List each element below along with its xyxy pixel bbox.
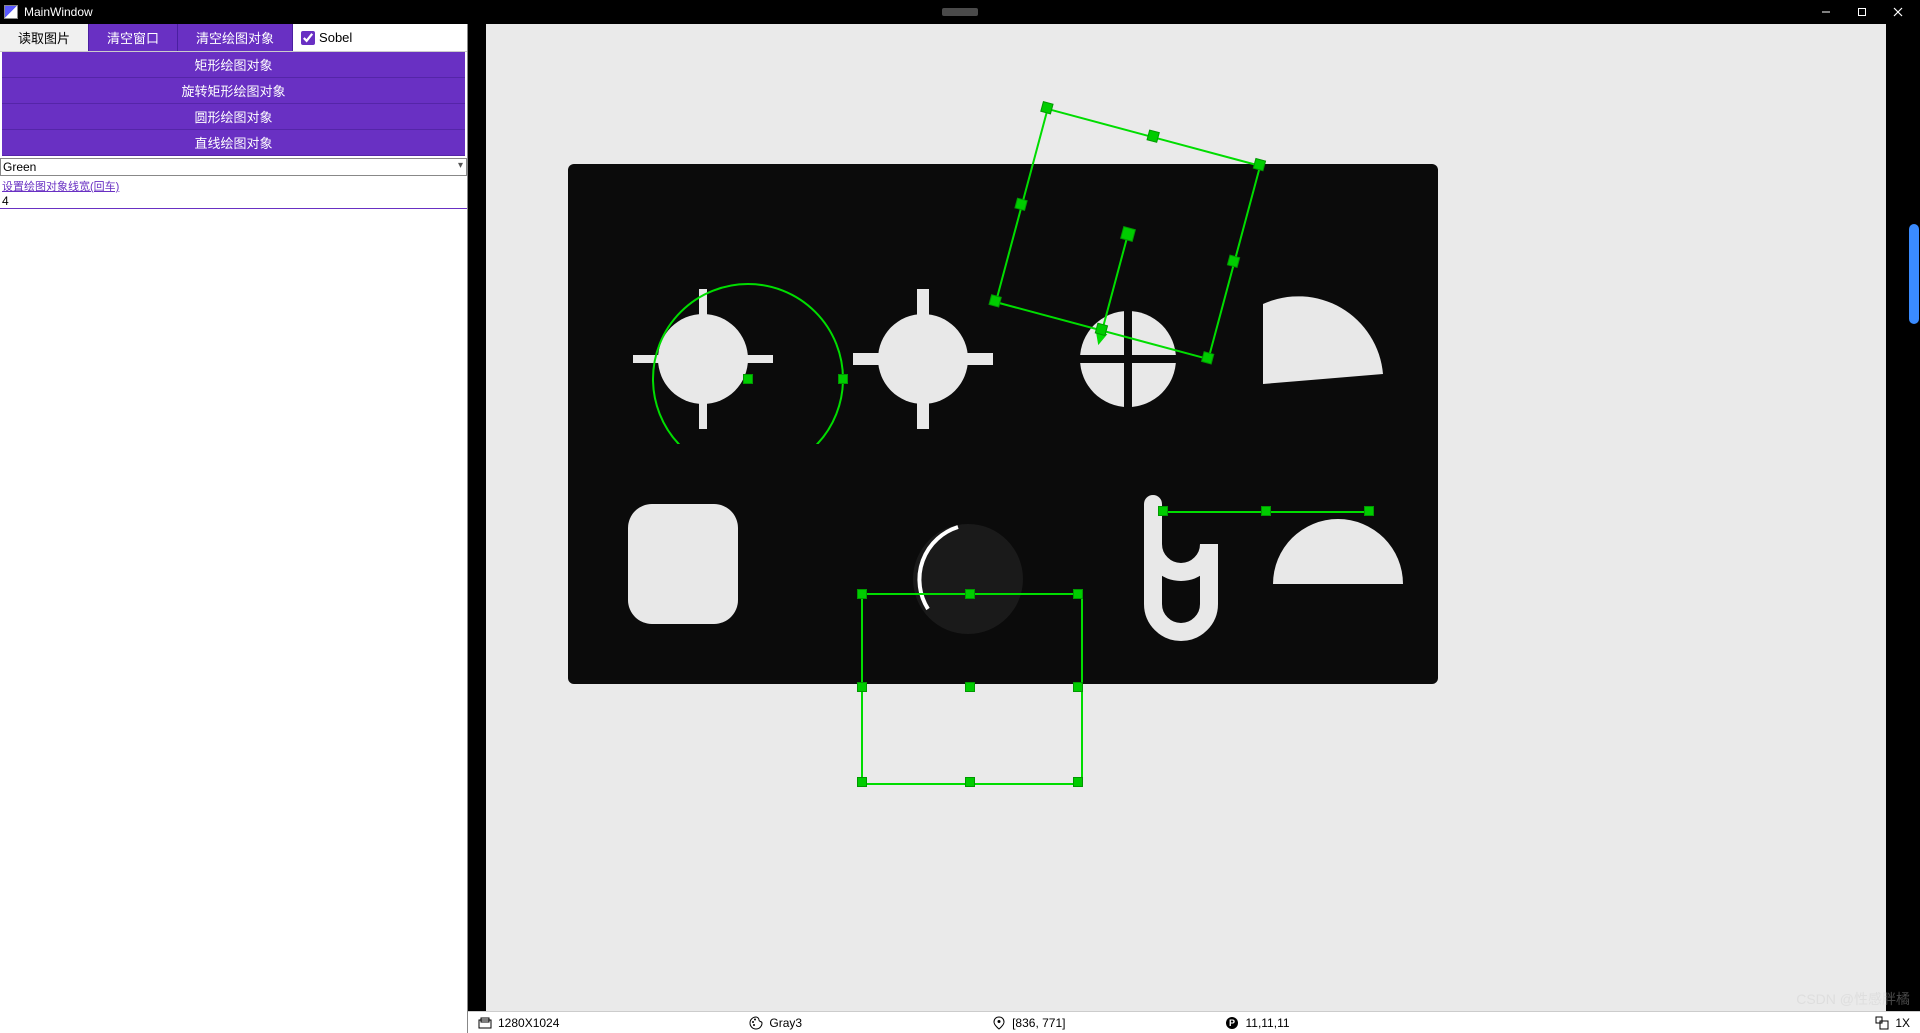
linewidth-label[interactable]: 设置绘图对象线宽(回车) (0, 176, 467, 194)
status-dimensions: 1280X1024 (478, 1016, 559, 1030)
zoom-icon (1875, 1016, 1889, 1030)
line-draw-button[interactable]: 直线绘图对象 (2, 130, 465, 156)
statusbar: 1280X1024 Gray3 [836, 771] P 11,11,11 (468, 1011, 1920, 1033)
rect-ml-handle[interactable] (857, 682, 867, 692)
rect-draw-button[interactable]: 矩形绘图对象 (2, 52, 465, 78)
rect-tl-handle[interactable] (857, 589, 867, 599)
dimensions-icon (478, 1016, 492, 1030)
rot-rect-draw-button[interactable]: 旋转矩形绘图对象 (2, 78, 465, 104)
rect-br-handle[interactable] (1073, 777, 1083, 787)
sobel-checkbox[interactable] (301, 31, 315, 45)
calibration-board (568, 164, 1438, 684)
rect-tm-handle[interactable] (965, 589, 975, 599)
palette-icon (749, 1016, 763, 1030)
window-title: MainWindow (24, 5, 93, 19)
watermark: CSDN @性感胖橘 (1796, 989, 1910, 1009)
titlebar: MainWindow (0, 0, 1920, 24)
location-icon (992, 1016, 1006, 1030)
pixel-icon: P (1225, 1016, 1239, 1030)
maximize-button[interactable] (1844, 0, 1880, 24)
status-zoom: 1X (1875, 1016, 1910, 1030)
rect-center-handle[interactable] (965, 682, 975, 692)
toolbar: 读取图片 清空窗口 清空绘图对象 Sobel (0, 24, 467, 52)
rect-tr-handle[interactable] (1073, 589, 1083, 599)
svg-text:P: P (1229, 1018, 1235, 1028)
minimize-button[interactable] (1808, 0, 1844, 24)
app-icon (4, 5, 18, 19)
rect-bm-handle[interactable] (965, 777, 975, 787)
line-start-handle[interactable] (1158, 506, 1168, 516)
clear-window-button[interactable]: 清空窗口 (89, 24, 178, 51)
line-mid-handle[interactable] (1261, 506, 1271, 516)
circle-center-handle[interactable] (743, 374, 753, 384)
title-grip[interactable] (942, 8, 978, 16)
rect-bl-handle[interactable] (857, 777, 867, 787)
read-image-button[interactable]: 读取图片 (0, 24, 89, 51)
close-button[interactable] (1880, 0, 1916, 24)
right-panel: 1280X1024 Gray3 [836, 771] P 11,11,11 (468, 24, 1920, 1033)
status-coords: [836, 771] (992, 1016, 1065, 1030)
linewidth-input[interactable] (0, 194, 467, 209)
scrollbar-thumb[interactable] (1909, 224, 1919, 324)
line-end-handle[interactable] (1364, 506, 1374, 516)
circle-radius-handle[interactable] (838, 374, 848, 384)
status-mode: Gray3 (749, 1016, 802, 1030)
status-pixel: P 11,11,11 (1225, 1016, 1289, 1030)
circle-draw-button[interactable]: 圆形绘图对象 (2, 104, 465, 130)
rect-mr-handle[interactable] (1073, 682, 1083, 692)
left-panel: 读取图片 清空窗口 清空绘图对象 Sobel 矩形绘图对象 旋转矩形绘图对象 圆… (0, 24, 468, 1033)
clear-draw-objects-button[interactable]: 清空绘图对象 (178, 24, 293, 51)
image-stage (486, 24, 1886, 1011)
color-select[interactable]: Green (0, 158, 467, 176)
sobel-label: Sobel (319, 30, 352, 45)
sobel-checkbox-wrap[interactable]: Sobel (293, 24, 360, 51)
image-viewport[interactable] (468, 24, 1920, 1011)
